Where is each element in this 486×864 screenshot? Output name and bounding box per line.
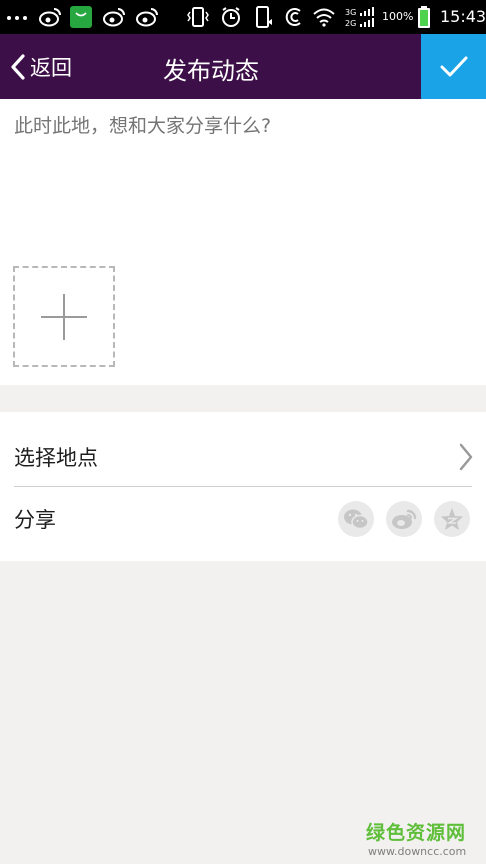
battery-percent: 100% (382, 10, 414, 23)
check-icon (440, 56, 467, 76)
confirm-button[interactable] (421, 34, 486, 99)
store-bag-icon (70, 6, 92, 28)
share-row: 分享 (0, 488, 486, 549)
signal-3g-2g-icon: 3G2G (345, 7, 374, 28)
wechat-icon (344, 509, 369, 530)
page-title: 发布动态 (163, 57, 259, 85)
svg-text:2G: 2G (345, 19, 356, 28)
watermark-title: 绿色资源网 (366, 822, 467, 844)
wechat-share-button[interactable] (338, 501, 374, 537)
status-clock: 15:43 (440, 7, 486, 26)
more-dots-icon (7, 16, 27, 20)
select-location-label: 选择地点 (14, 445, 98, 470)
qzone-share-button[interactable] (434, 501, 470, 537)
watermark: 绿色资源网 www.downcc.com (366, 818, 466, 858)
battery-icon (418, 6, 430, 28)
weibo-share-button[interactable] (386, 501, 422, 537)
qzone-star-icon (441, 508, 463, 530)
status-bar: 3G 2G 100% 15:43 (0, 0, 486, 34)
weibo-icon (103, 8, 125, 27)
add-image-button[interactable] (13, 266, 115, 367)
weibo-icon (136, 8, 158, 27)
post-text-input[interactable] (14, 115, 474, 137)
divider (14, 486, 472, 487)
chevron-right-icon (459, 443, 473, 471)
vibrate-icon (187, 7, 209, 27)
share-label: 分享 (14, 507, 56, 532)
wifi-icon (313, 8, 335, 27)
svg-text:3G: 3G (345, 8, 356, 17)
plus-icon (41, 293, 87, 340)
options-card: 选择地点 分享 (0, 412, 486, 561)
watermark-url: www.downcc.com (368, 845, 467, 858)
select-location-row[interactable]: 选择地点 (0, 426, 486, 487)
weibo-icon (392, 509, 417, 529)
compose-area (0, 99, 486, 385)
title-bar: 返回 发布动态 (0, 34, 486, 99)
alarm-icon (222, 7, 240, 27)
weibo-icon (39, 8, 61, 27)
phone-icon (256, 6, 272, 28)
nfc-icon (285, 8, 301, 26)
